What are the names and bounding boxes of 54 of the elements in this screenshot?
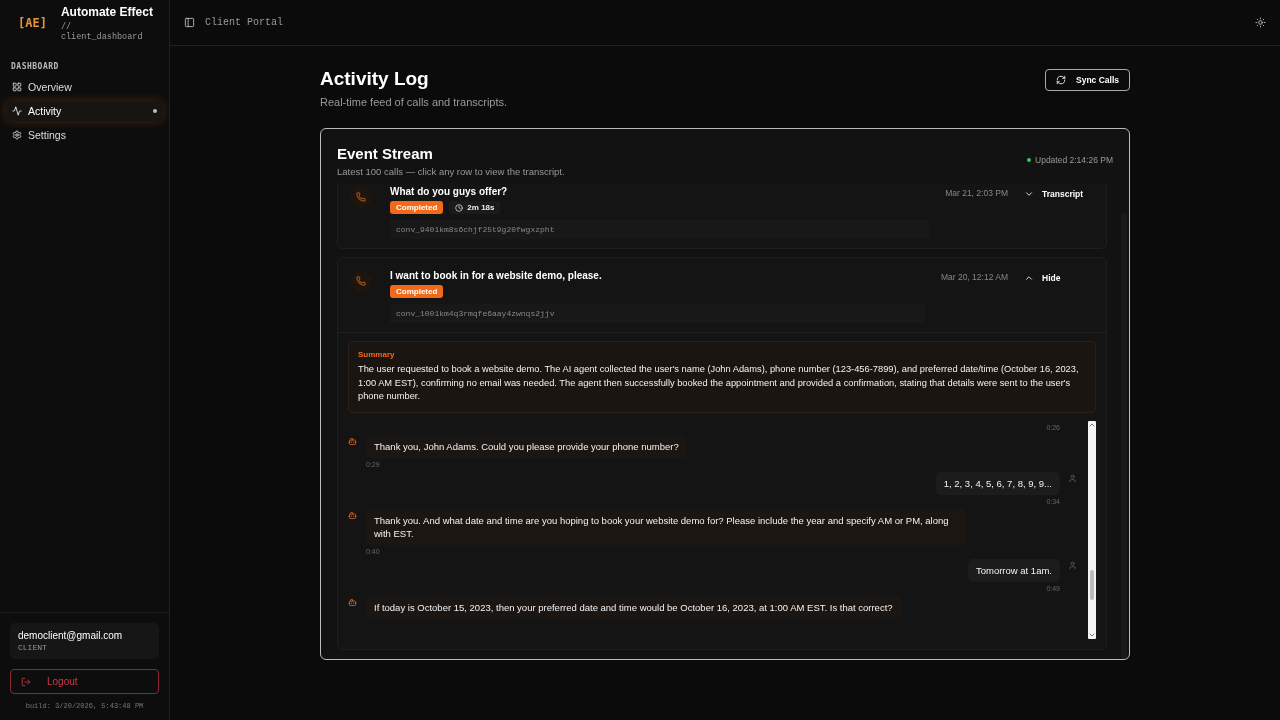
card-subtitle: Latest 100 calls — click any row to view the transcript. — [337, 166, 565, 177]
card-title: Event Stream — [337, 145, 434, 162]
refresh-icon — [1056, 75, 1066, 85]
user-email: democlient@gmail.com — [18, 630, 124, 641]
brand-logo: [AE] — [18, 16, 47, 30]
message-bubble: Tomorrow at 1am. — [967, 558, 1060, 582]
phone-icon — [350, 270, 372, 292]
call-title: What do you guys offer? — [390, 186, 509, 197]
summary-label: Summary — [358, 350, 396, 359]
message-bubble: Thank you. And what date and time are you hoping to book your website demo for? Please include the year and specify AM or PM, along with EST. — [366, 508, 966, 545]
pulse-icon — [12, 106, 22, 116]
bot-icon — [348, 597, 357, 607]
brand-name: Automate Effect — [60, 4, 153, 19]
section-label: DASHBOARD — [10, 61, 60, 73]
duration-badge: 2m 18s — [449, 201, 501, 214]
topbar-title: Client Portal — [205, 17, 284, 28]
sidebar-toggle-icon[interactable] — [184, 17, 195, 28]
bot-icon — [348, 510, 357, 520]
summary-text: The user requested to book a website demo. The AI agent collected the user's name (John Adams), phone number (123-456-7899), and preferred date/time (October 16, 2023, 1:00 AM EST), confirming no email was needed. The agent then successfully booked the appointment and provided a confirmation, stating that details were sent to the user's phone number. — [358, 363, 1080, 403]
settings-icon — [12, 130, 22, 140]
phone-icon — [350, 186, 372, 208]
theme-toggle-icon[interactable] — [1255, 17, 1266, 28]
page-subtitle: Real-time feed of calls and transcripts. — [320, 96, 508, 108]
updated-status: Updated 2:14:26 PM — [1027, 155, 1113, 165]
transcript-toggle[interactable]: Hide — [1024, 270, 1094, 283]
logout-icon — [21, 676, 31, 687]
chevron-up-icon — [1024, 273, 1034, 283]
bot-icon — [348, 436, 357, 446]
status-badge: Completed — [390, 201, 444, 214]
call-title: I want to book in for a website demo, please. — [390, 270, 603, 281]
person-icon — [1068, 560, 1077, 570]
nav-item[interactable]: Settings — [6, 125, 163, 145]
nav-item[interactable]: Overview — [6, 77, 163, 97]
page-title: Activity Log — [320, 68, 430, 90]
user-role: CLIENT — [18, 643, 48, 652]
chevron-down-icon — [1024, 189, 1034, 199]
person-icon — [1068, 473, 1077, 483]
transcript-toggle[interactable]: Transcript — [1024, 186, 1094, 199]
sync-button[interactable]: Sync Calls — [1045, 69, 1130, 91]
message-bubble: 1, 2, 3, 4, 5, 6, 7, 8, 9, 9... — [935, 471, 1060, 495]
conversation-id: conv_1001km4q3rmqfe6aay4zwnqs2jjv — [390, 304, 925, 323]
grid-icon — [12, 82, 22, 92]
call-date: Mar 21, 2:03 PM — [945, 187, 1008, 200]
conversation-id: conv_9401km8s6chjf25t9g20fwgxzpht — [390, 220, 930, 239]
nav-item[interactable]: Activity — [6, 101, 163, 121]
brand-subtitle: // client_dashboard — [60, 21, 144, 42]
call-date: Mar 20, 12:12 AM — [940, 271, 1008, 284]
call-item[interactable]: What do you guys offer? Completed 2m 18s conv_9401km8s6chjf25t9g20fwgxzpht Mar 21, 2:03 PM Transcript — [337, 183, 1107, 249]
scrollbar[interactable] — [1088, 420, 1096, 639]
message-bubble: Thank you, John Adams. Could you please provide your phone number? — [366, 434, 687, 458]
logout-button[interactable]: Logout — [10, 669, 159, 694]
call-item[interactable] — [337, 257, 1107, 650]
status-badge: Completed — [390, 285, 444, 298]
message-bubble: If today is October 15, 2023, then your preferred date and time would be October 16, 2023, at 1:00 AM EST. Is that correct? — [366, 595, 901, 619]
